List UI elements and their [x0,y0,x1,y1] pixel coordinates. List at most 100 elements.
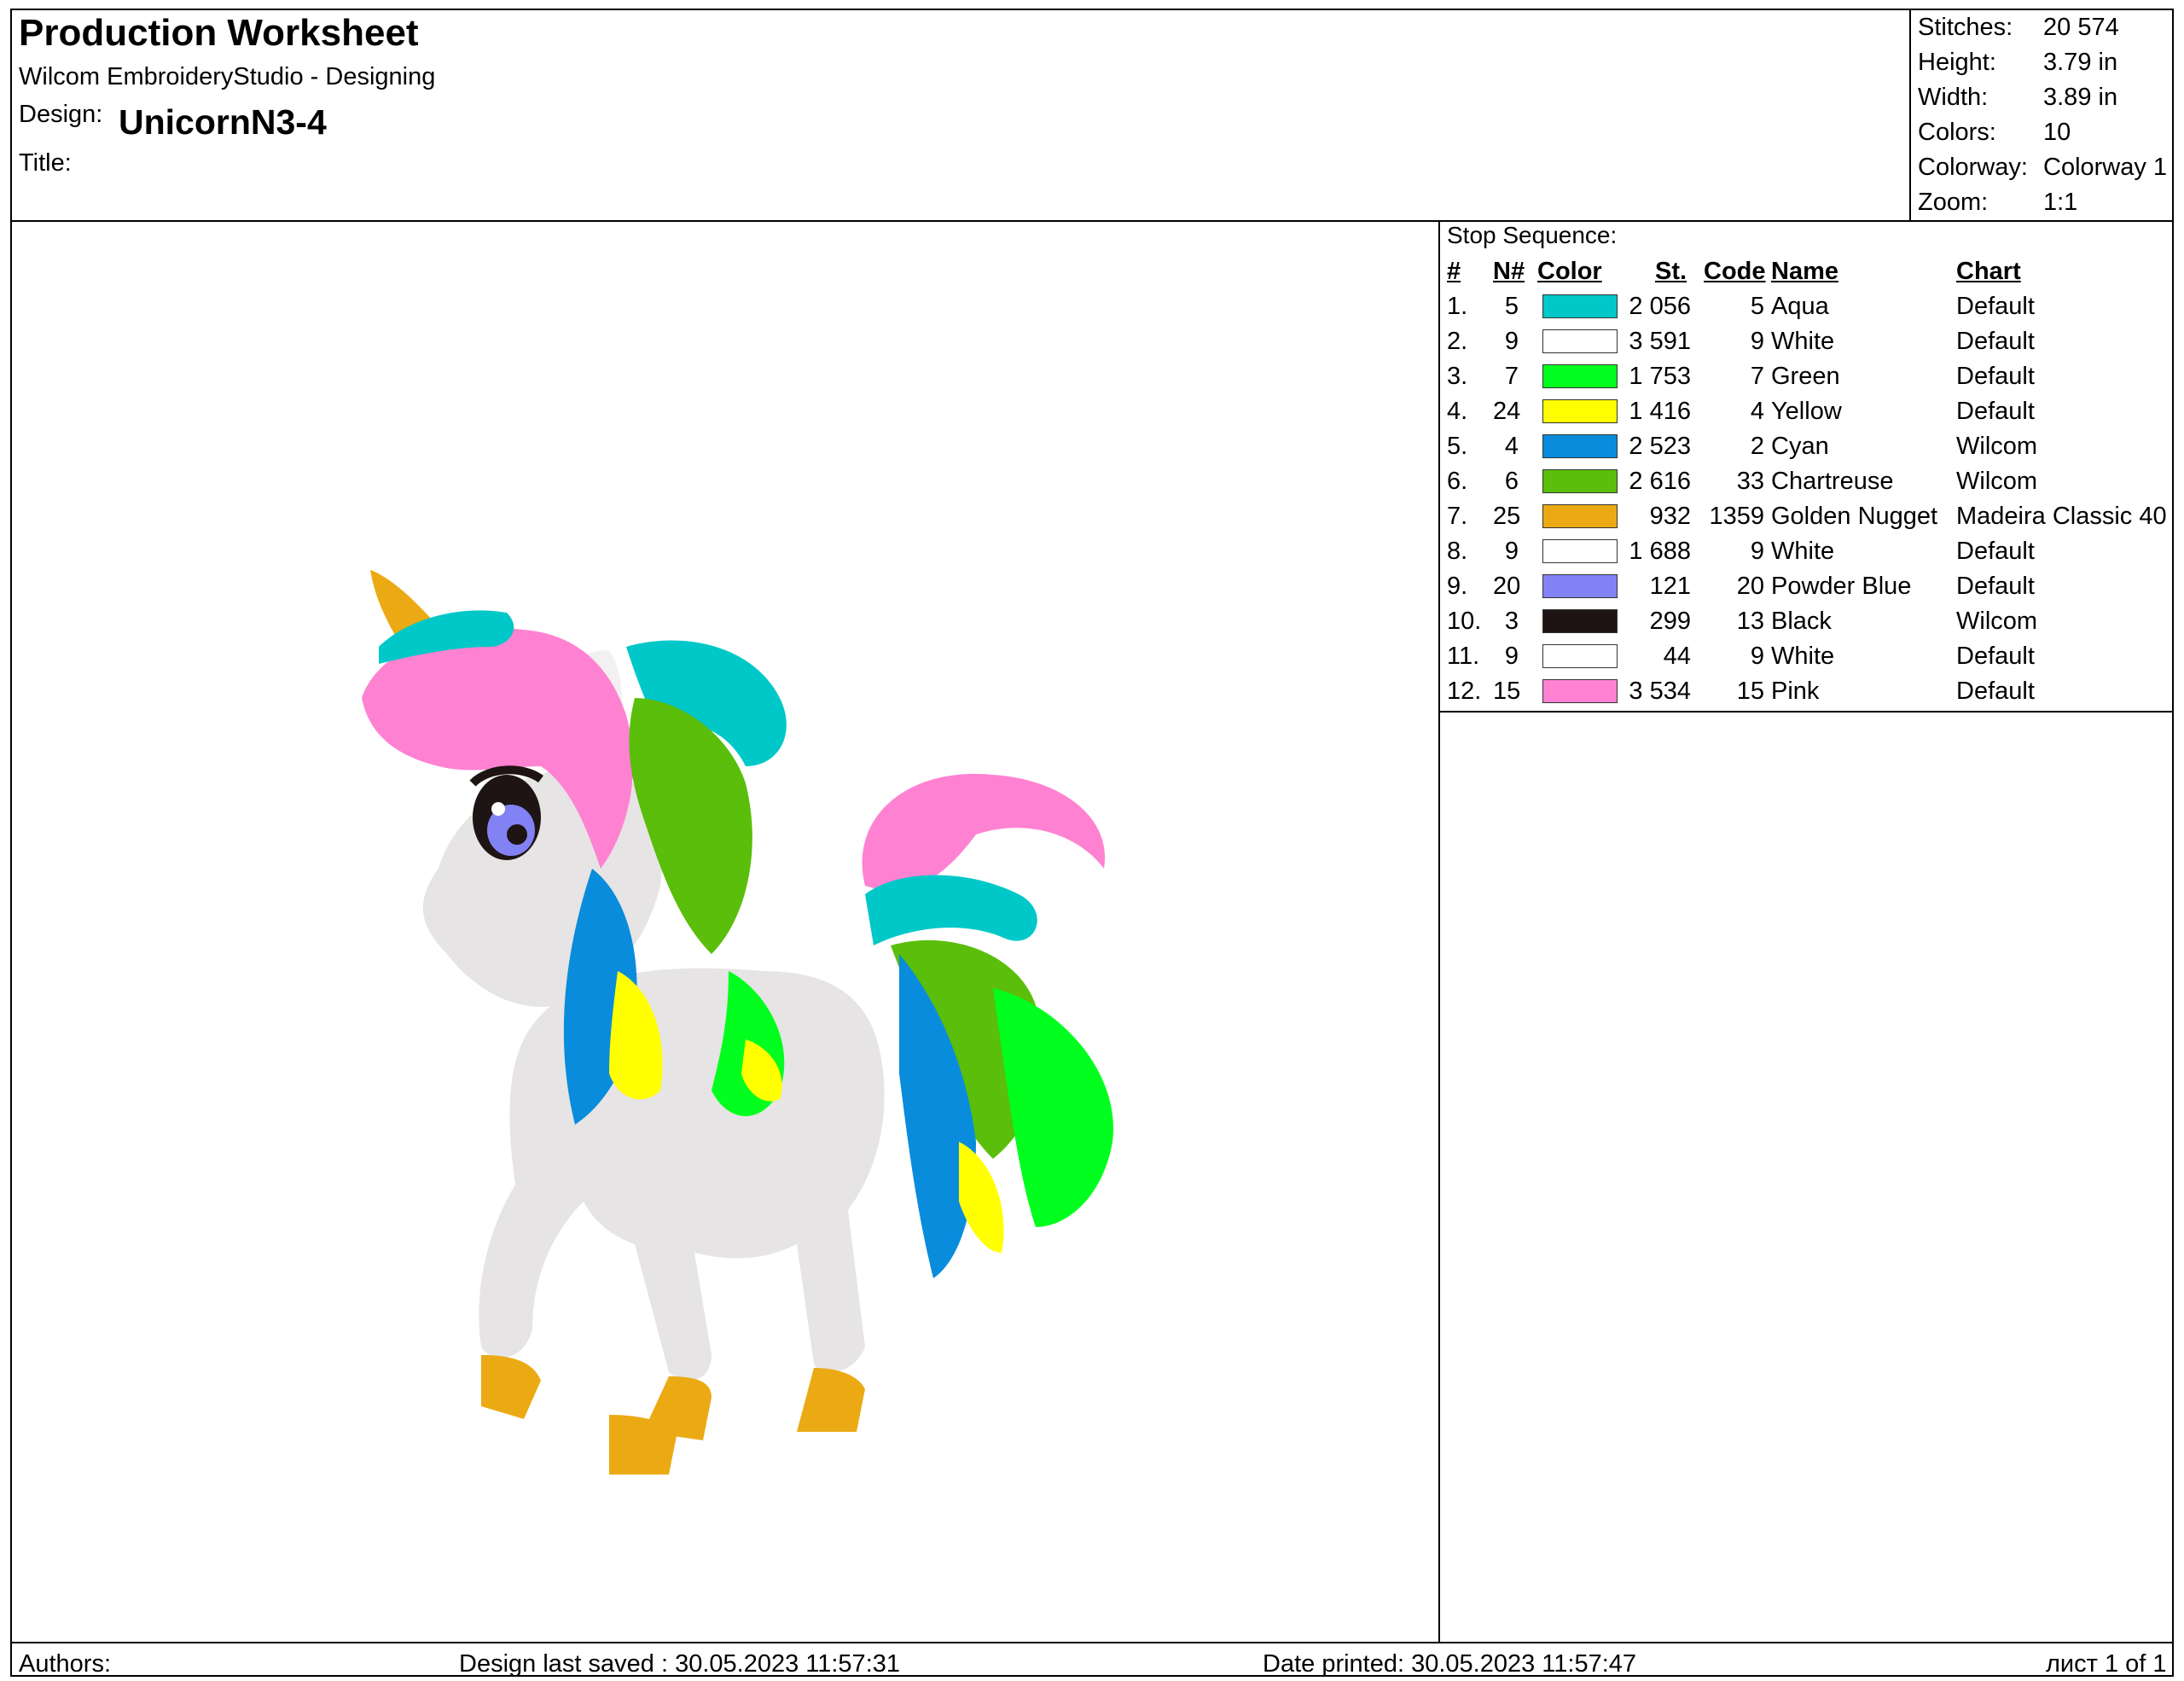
row-needle: 9 [1504,643,1519,670]
row-code: 9 [1750,328,1764,355]
col-header-num: # [1447,258,1461,285]
worksheet-header: Production Worksheet Wilcom EmbroiderySt… [12,10,2172,222]
row-color-name: Cyan [1771,433,1829,460]
row-color-name: Green [1771,363,1840,390]
row-color-name: White [1771,538,1835,565]
row-chart: Default [1956,573,2035,600]
col-header-chart: Chart [1956,258,2021,285]
row-needle: 25 [1493,503,1521,530]
row-chart: Wilcom [1956,433,2038,460]
row-needle: 5 [1504,293,1519,320]
color-swatch [1542,609,1618,633]
date-printed: Date printed: 30.05.2023 11:57:47 [1263,1650,1637,1678]
unicorn-embroidery-image [362,570,1113,1475]
stat-value: Colorway 1 [2043,154,2168,181]
table-row: 5. 4 2 523 2 Cyan Wilcom [1440,433,2172,468]
stat-value: 10 [2043,119,2071,146]
table-row: 8. 9 1 688 9 White Default [1440,538,2172,573]
col-header-name: Name [1771,258,1838,285]
row-stitches: 121 [1649,573,1691,600]
row-code: 33 [1736,468,1764,495]
stat-label: Colors: [1918,119,1996,146]
color-swatch [1542,399,1618,423]
worksheet-footer: Authors: Design last saved : 30.05.2023 … [12,1642,2172,1678]
table-row: 7. 25 932 1359 Golden Nugget Madeira Cla… [1440,503,2172,538]
table-row: 2. 9 3 591 9 White Default [1440,328,2172,363]
app-name: Wilcom EmbroideryStudio - Designing [19,63,436,90]
row-number: 8. [1447,538,1468,565]
row-code: 15 [1736,678,1764,705]
row-color-name: Golden Nugget [1771,503,1938,530]
row-stitches: 2 523 [1629,433,1691,460]
color-swatch [1542,644,1618,668]
row-number: 11. [1447,643,1480,670]
row-needle: 9 [1504,328,1519,355]
stat-value: 20 574 [2043,14,2119,41]
row-chart: Default [1956,678,2035,705]
row-number: 4. [1447,398,1468,425]
page-title: Production Worksheet [19,12,419,54]
row-stitches: 2 056 [1629,293,1691,320]
row-stitches: 3 591 [1629,328,1691,355]
row-code: 5 [1750,293,1764,320]
col-header-color: Color [1537,258,1602,285]
row-code: 9 [1750,643,1764,670]
table-row: 9. 20 121 20 Powder Blue Default [1440,573,2172,608]
row-needle: 6 [1504,468,1519,495]
color-swatch [1542,574,1618,598]
row-needle: 20 [1493,573,1521,600]
color-swatch [1542,434,1618,458]
design-name: UnicornN3-4 [119,102,327,142]
color-swatch [1542,329,1618,353]
row-code: 4 [1750,398,1764,425]
stat-value: 1:1 [2043,189,2078,216]
color-swatch [1542,504,1618,528]
row-code: 1359 [1709,503,1764,530]
stat-value: 3.79 in [2043,49,2118,76]
table-row: 11. 9 44 9 White Default [1440,643,2172,678]
stat-label: Colorway: [1918,154,2028,181]
table-row: 6. 6 2 616 33 Chartreuse Wilcom [1440,468,2172,503]
row-number: 5. [1447,433,1468,460]
row-chart: Default [1956,328,2035,355]
row-needle: 15 [1493,678,1521,705]
design-label: Design: [19,101,103,128]
row-color-name: Black [1771,608,1832,635]
row-chart: Default [1956,398,2035,425]
table-row: 3. 7 1 753 7 Green Default [1440,363,2172,398]
row-needle: 4 [1504,433,1519,460]
row-color-name: Pink [1771,678,1820,705]
row-number: 10. [1447,608,1482,635]
row-number: 7. [1447,503,1468,530]
row-stitches: 1 753 [1629,363,1691,390]
col-header-code: Code [1704,258,1766,285]
row-number: 2. [1447,328,1468,355]
row-number: 12. [1447,678,1482,705]
row-chart: Madeira Classic 40 [1956,503,2167,530]
stat-label: Zoom: [1918,189,1989,216]
color-swatch [1542,469,1618,493]
row-needle: 3 [1504,608,1519,635]
row-needle: 24 [1493,398,1521,425]
row-number: 9. [1447,573,1468,600]
row-color-name: Powder Blue [1771,573,1912,600]
row-color-name: Aqua [1771,293,1829,320]
row-stitches: 3 534 [1629,678,1691,705]
color-swatch [1542,294,1618,318]
row-stitches: 932 [1649,503,1691,530]
worksheet-frame: Production Worksheet Wilcom EmbroiderySt… [10,9,2174,1678]
stop-sequence-table: Stop Sequence: # N# Color St. Code Name … [1440,220,2172,713]
row-stitches: 2 616 [1629,468,1691,495]
color-swatch [1542,364,1618,388]
row-chart: Default [1956,538,2035,565]
design-stats: Stitches: 20 574 Height: 3.79 in Width: … [1909,10,2174,220]
row-needle: 7 [1504,363,1519,390]
row-stitches: 1 688 [1629,538,1691,565]
row-chart: Wilcom [1956,468,2038,495]
title-label: Title: [19,149,72,177]
row-code: 9 [1750,538,1764,565]
table-row: 12. 15 3 534 15 Pink Default [1440,678,2172,713]
table-row: 4. 24 1 416 4 Yellow Default [1440,398,2172,433]
stat-label: Width: [1918,84,1989,111]
row-chart: Default [1956,643,2035,670]
